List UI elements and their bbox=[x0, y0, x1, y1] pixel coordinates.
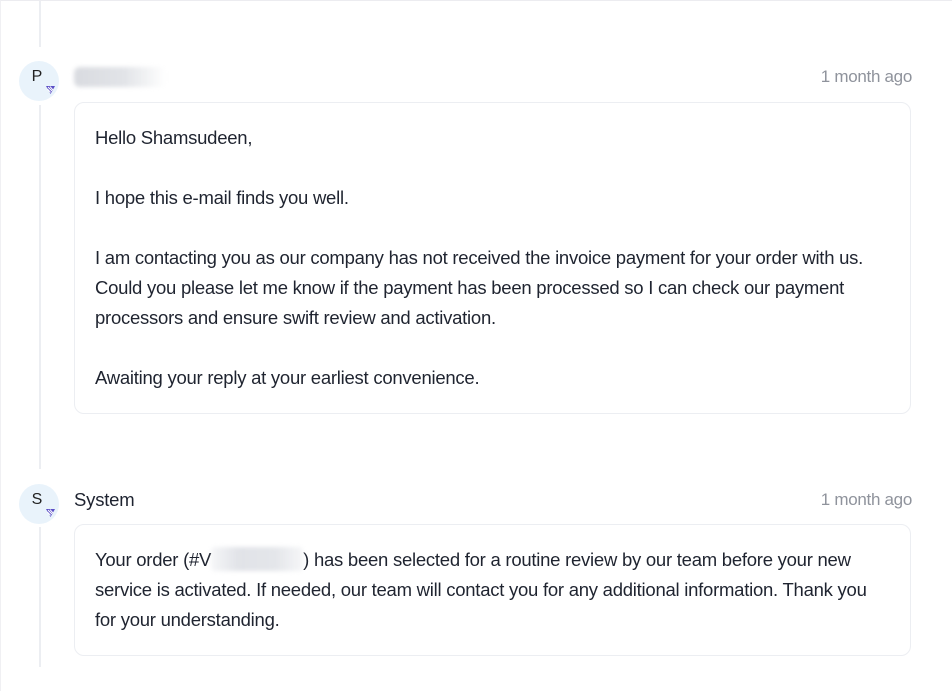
message-paragraph: Hello Shamsudeen, bbox=[95, 127, 253, 148]
timeline-connector bbox=[39, 105, 41, 469]
message-paragraph: I hope this e-mail finds you well. bbox=[95, 187, 349, 208]
avatar: S bbox=[19, 484, 59, 524]
message-timestamp: 1 month ago bbox=[820, 490, 913, 509]
timeline-connector bbox=[39, 527, 41, 667]
avatar-letter: P bbox=[31, 68, 43, 85]
conversation-timeline: P 1 month ago Hello Shamsudeen, I hope t… bbox=[0, 0, 952, 691]
sender-name: System bbox=[74, 489, 135, 510]
message-paragraph: Awaiting your reply at your earliest con… bbox=[95, 367, 480, 388]
avatar-letter: S bbox=[31, 491, 43, 508]
message-paragraph: I am contacting you as our company has n… bbox=[95, 247, 868, 328]
sender-name-redacted bbox=[74, 67, 166, 87]
support-badge-icon bbox=[46, 509, 55, 517]
support-badge-icon bbox=[46, 86, 55, 94]
message-body: Your order (#V) has been selected for a … bbox=[74, 524, 911, 656]
order-text-prefix: Your order (#V bbox=[95, 549, 212, 570]
timeline-connector bbox=[39, 1, 41, 47]
message-paragraph: Your order (#V) has been selected for a … bbox=[95, 545, 890, 635]
message-timestamp: 1 month ago bbox=[820, 67, 913, 86]
avatar: P bbox=[19, 61, 59, 101]
order-number-redacted bbox=[211, 547, 304, 571]
message-body: Hello Shamsudeen, I hope this e-mail fin… bbox=[74, 102, 911, 414]
